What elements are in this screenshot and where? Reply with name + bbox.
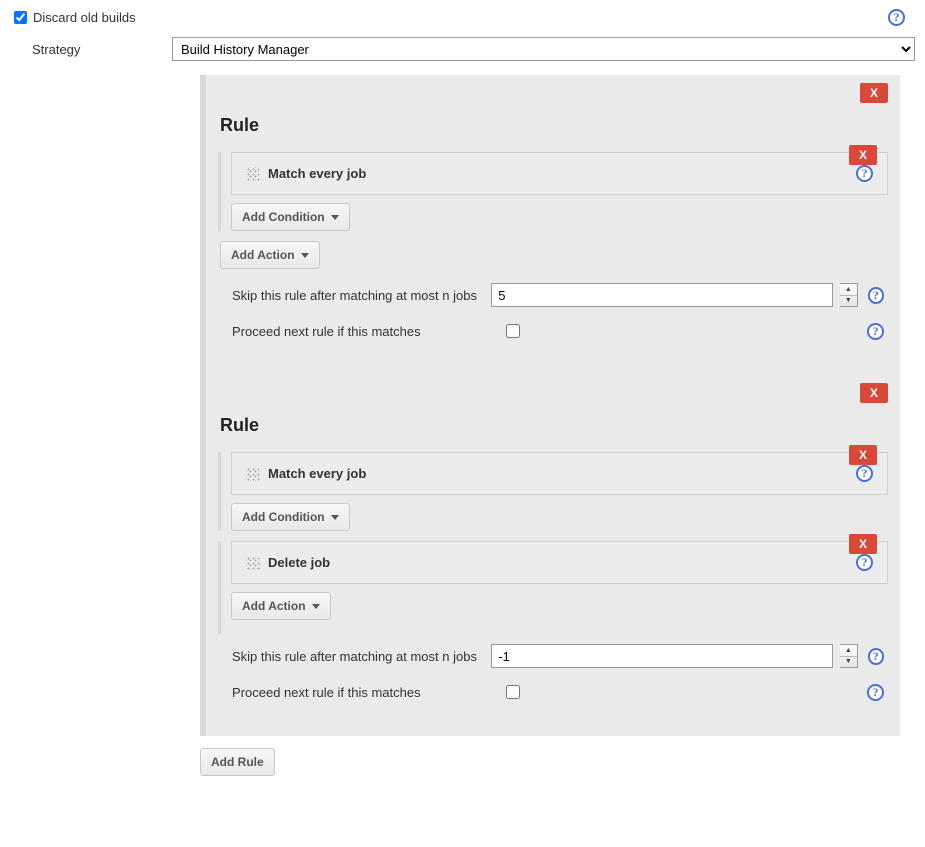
proceed-label: Proceed next rule if this matches [232,685,492,700]
help-icon[interactable]: ? [867,323,884,340]
strategy-label: Strategy [32,42,152,57]
add-condition-label: Add Condition [242,210,325,224]
action-item: X Delete job ? [231,541,888,584]
condition-label: Match every job [268,466,366,481]
rule-block: X Rule X Match every job ? Add Condition [203,75,900,375]
rule-heading: Rule [206,111,888,152]
skip-n-jobs-input[interactable] [491,283,833,307]
discard-old-builds-checkbox[interactable] [14,11,27,24]
add-rule-label: Add Rule [211,755,264,769]
rule-block: X Rule X Match every job ? Add Condition [203,375,900,736]
help-icon[interactable]: ? [856,165,873,182]
strategy-select[interactable]: Build History Manager [172,37,915,61]
add-rule-button[interactable]: Add Rule [200,748,275,776]
add-action-label: Add Action [231,248,295,262]
delete-condition-button[interactable]: X [849,445,877,465]
add-action-button[interactable]: Add Action [231,592,331,620]
skip-label: Skip this rule after matching at most n … [232,649,481,664]
help-icon[interactable]: ? [888,9,905,26]
condition-item: X Match every job ? [231,452,888,495]
drag-handle-icon[interactable] [246,467,260,481]
chevron-down-icon [331,515,339,520]
chevron-down-icon [331,215,339,220]
number-spinner[interactable]: ▲▼ [840,283,857,307]
delete-condition-button[interactable]: X [849,145,877,165]
condition-item: X Match every job ? [231,152,888,195]
condition-label: Match every job [268,166,366,181]
delete-action-button[interactable]: X [849,534,877,554]
action-label: Delete job [268,555,330,570]
chevron-down-icon [301,253,309,258]
proceed-checkbox[interactable] [506,685,520,699]
number-spinner[interactable]: ▲▼ [840,644,857,668]
rule-heading: Rule [206,411,888,452]
add-action-button[interactable]: Add Action [220,241,320,269]
skip-label: Skip this rule after matching at most n … [232,288,481,303]
discard-old-builds-label: Discard old builds [33,10,136,25]
drag-handle-icon[interactable] [246,167,260,181]
add-condition-button[interactable]: Add Condition [231,503,350,531]
add-condition-button[interactable]: Add Condition [231,203,350,231]
chevron-down-icon [312,604,320,609]
help-icon[interactable]: ? [856,554,873,571]
help-icon[interactable]: ? [868,287,884,304]
delete-rule-button[interactable]: X [860,83,888,103]
skip-n-jobs-input[interactable] [491,644,833,668]
proceed-checkbox[interactable] [506,324,520,338]
help-icon[interactable]: ? [856,465,873,482]
delete-rule-button[interactable]: X [860,383,888,403]
help-icon[interactable]: ? [867,684,884,701]
add-condition-label: Add Condition [242,510,325,524]
proceed-label: Proceed next rule if this matches [232,324,492,339]
drag-handle-icon[interactable] [246,556,260,570]
add-action-label: Add Action [242,599,306,613]
help-icon[interactable]: ? [868,648,884,665]
